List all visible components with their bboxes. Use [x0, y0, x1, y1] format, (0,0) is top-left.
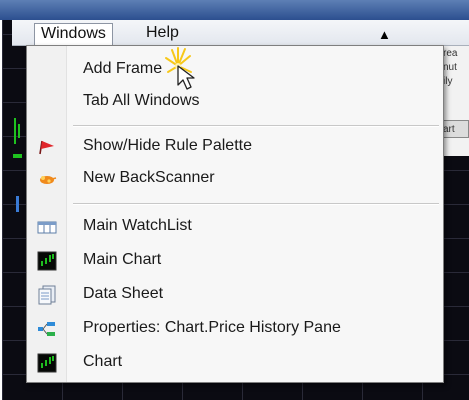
chart-icon	[37, 251, 57, 271]
chart-icon	[37, 353, 57, 373]
window-title-strip	[0, 0, 469, 20]
data-sheet-icon	[37, 285, 57, 305]
mouse-pointer-icon	[165, 47, 204, 106]
menu-item-label: New BackScanner	[83, 169, 215, 186]
menu-separator	[73, 203, 439, 205]
orange-scanner-icon	[37, 169, 57, 189]
menu-item-show-hide-rule-palette[interactable]: Show/Hide Rule Palette	[27, 132, 443, 162]
menu-item-label: Chart	[83, 353, 123, 370]
menu-help[interactable]: Help	[140, 23, 185, 45]
panel-text: nut	[443, 62, 457, 73]
watchlist-icon	[37, 217, 57, 237]
menu-item-tab-all-windows[interactable]: Tab All Windows	[27, 87, 443, 117]
menu-item-label: Show/Hide Rule Palette	[83, 137, 252, 154]
menu-item-properties[interactable]: Properties: Chart.Price History Pane	[27, 314, 443, 344]
menu-item-label: Data Sheet	[83, 285, 164, 302]
red-flag-icon	[37, 137, 57, 157]
menu-separator	[73, 125, 439, 127]
collapse-arrow-icon[interactable]: ▲	[378, 28, 391, 41]
menu-item-label: Main WatchList	[83, 217, 192, 234]
chart-bar	[13, 154, 22, 158]
menu-item-main-watchlist[interactable]: Main WatchList	[27, 212, 443, 242]
menu-item-chart[interactable]: Chart	[27, 348, 443, 378]
menu-item-main-chart[interactable]: Main Chart	[27, 246, 443, 276]
panel-text: ily	[443, 76, 453, 87]
menu-item-data-sheet[interactable]: Data Sheet	[27, 280, 443, 310]
chart-bar	[18, 124, 20, 138]
menu-item-label: Main Chart	[83, 251, 162, 268]
chart-bar	[16, 196, 19, 212]
menu-windows[interactable]: Windows	[34, 23, 113, 45]
menu-item-label: Add Frame	[83, 60, 163, 77]
menu-item-add-frame[interactable]: Add Frame	[27, 55, 443, 85]
panel-text: rea	[443, 48, 458, 59]
chart-bar	[14, 118, 16, 144]
menu-item-label: Properties: Chart.Price History Pane	[83, 319, 341, 336]
windows-dropdown-menu: Add Frame Tab All Windows Show/Hide Rule…	[26, 45, 444, 383]
menu-bar: Windows Help ▲	[12, 20, 469, 46]
panel-tab-label: art	[443, 124, 455, 135]
menu-item-new-backscanner[interactable]: New BackScanner	[27, 164, 443, 194]
properties-icon	[37, 319, 57, 339]
